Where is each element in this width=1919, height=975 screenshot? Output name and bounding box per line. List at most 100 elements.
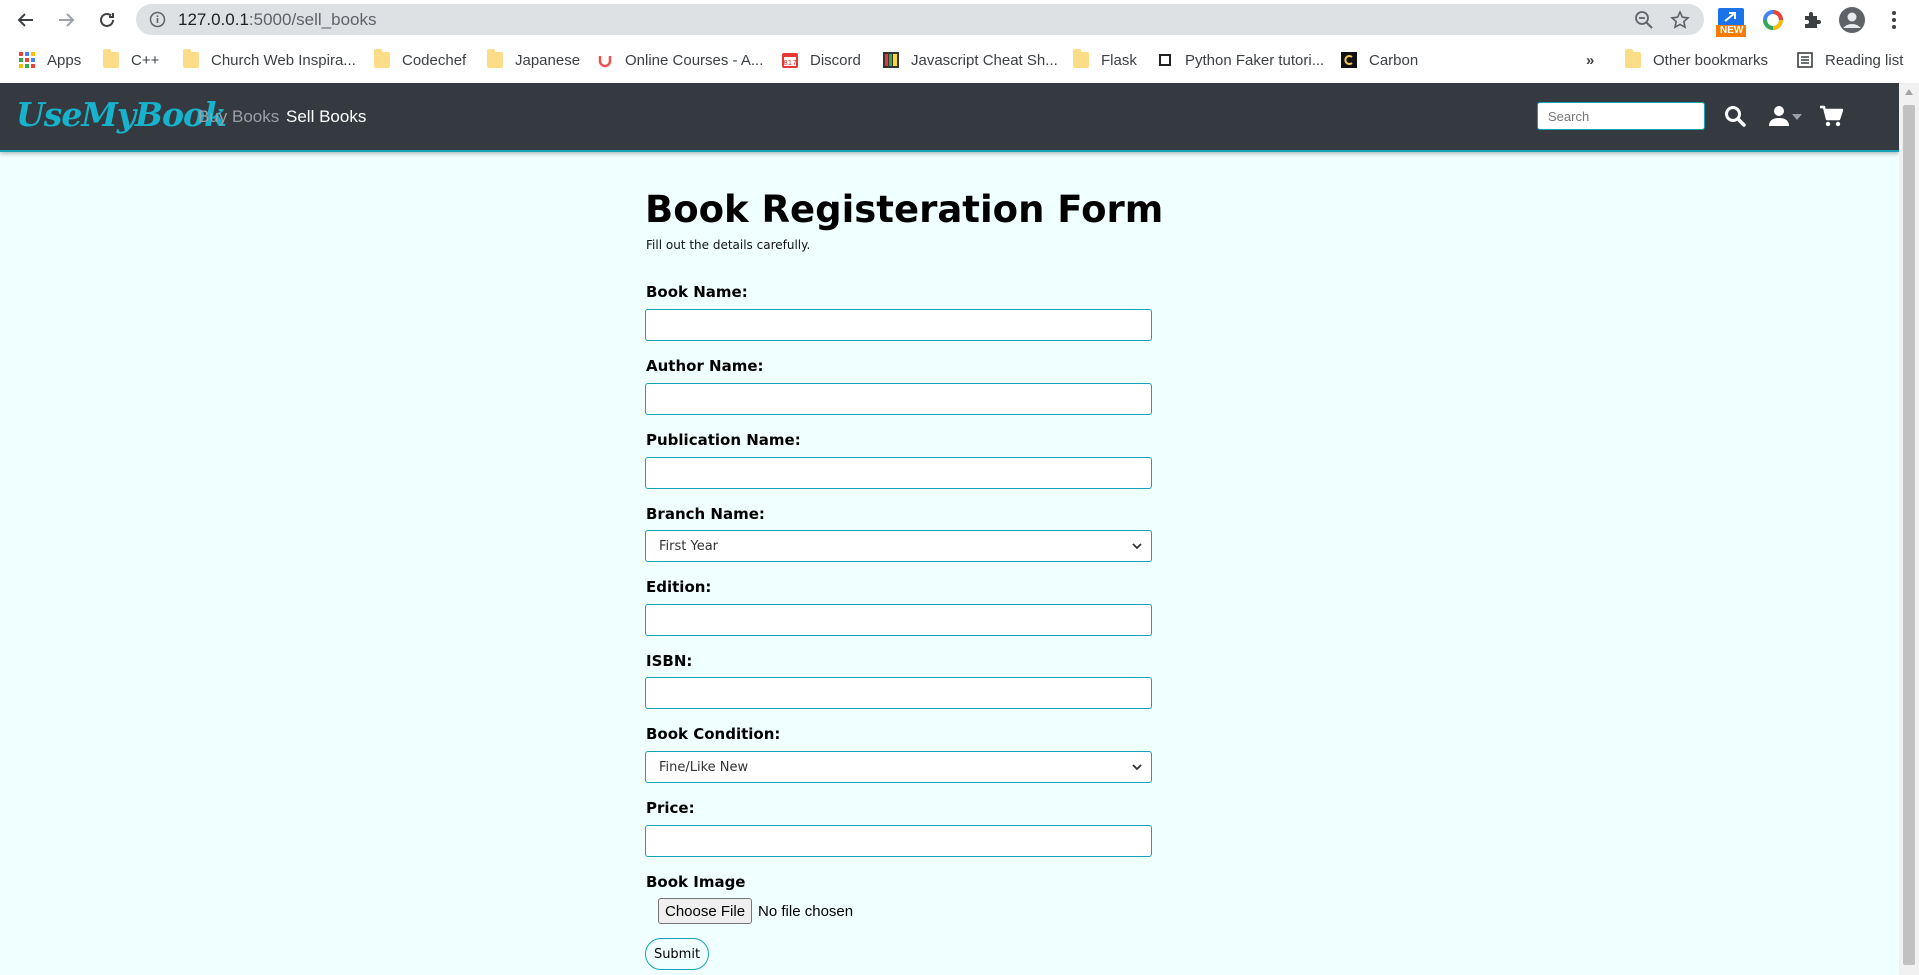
extension-colorwheel[interactable]	[1759, 6, 1787, 34]
submit-button[interactable]: Submit	[645, 938, 709, 970]
bookmark-python-faker[interactable]: Python Faker tutori...	[1157, 49, 1324, 71]
bookmark-label: Japanese	[515, 51, 581, 69]
chevron-down-icon	[1132, 543, 1142, 550]
extensions-button[interactable]	[1798, 6, 1826, 34]
bookmark-japanese[interactable]: Japanese	[487, 49, 580, 71]
publication-name-input[interactable]	[645, 457, 1152, 489]
nav-sell-books[interactable]: Sell Books	[286, 107, 366, 127]
page-scrollbar[interactable]	[1899, 83, 1919, 975]
nav-buy-books[interactable]: Buy Books	[198, 107, 279, 127]
browser-chrome: 127.0.0.1:5000/sell_books NEW Apps C++ C…	[0, 0, 1919, 84]
isbn-label: ISBN:	[646, 652, 693, 670]
book-condition-label: Book Condition:	[646, 725, 781, 743]
price-input[interactable]	[645, 825, 1152, 857]
folder-icon	[1073, 49, 1089, 68]
new-badge-label: NEW	[1720, 25, 1744, 36]
zoom-out-icon[interactable]	[1634, 10, 1654, 30]
caret-down-icon	[1792, 114, 1802, 120]
carbon-icon	[1341, 52, 1357, 68]
bookmark-label: Javascript Cheat Sh...	[911, 51, 1058, 69]
bookmark-label: Codechef	[402, 51, 467, 69]
back-button[interactable]	[14, 8, 38, 32]
edition-input[interactable]	[645, 604, 1152, 636]
branch-name-selected: First Year	[659, 539, 719, 554]
colorwheel-icon	[1763, 10, 1783, 30]
calendar-icon: 817	[782, 53, 798, 68]
book-name-label: Book Name:	[646, 283, 748, 301]
bookmark-label: Church Web Inspira...	[211, 51, 356, 69]
brand-logo[interactable]: UseMyBook	[16, 95, 227, 134]
forward-button[interactable]	[54, 8, 78, 32]
reading-list-label: Reading list	[1825, 51, 1904, 69]
scroll-up-icon[interactable]	[1905, 89, 1913, 95]
choose-file-button[interactable]: Choose File	[658, 898, 753, 924]
bookmark-codechef[interactable]: Codechef	[374, 49, 466, 71]
bookmark-javascript-cheat[interactable]: Javascript Cheat Sh...	[883, 49, 1058, 71]
folder-icon	[1625, 49, 1641, 68]
folder-icon	[487, 49, 503, 68]
overflow-chevron-icon: »	[1586, 51, 1595, 69]
reload-button[interactable]	[95, 8, 119, 32]
user-dropdown[interactable]	[1768, 105, 1802, 127]
arrow-left-icon	[17, 13, 33, 27]
author-name-label: Author Name:	[646, 357, 764, 375]
reload-icon	[100, 12, 114, 27]
profile-avatar-icon	[1839, 7, 1865, 33]
folder-icon	[374, 49, 390, 68]
info-icon[interactable]	[149, 11, 166, 28]
user-icon	[1769, 106, 1789, 126]
reading-list[interactable]: Reading list	[1797, 49, 1903, 71]
bookmark-discord[interactable]: 817 Discord	[782, 49, 861, 71]
apps-grid-icon	[19, 52, 35, 68]
other-bookmarks-label: Other bookmarks	[1653, 51, 1769, 69]
book-image-label: Book Image	[646, 873, 746, 891]
book-condition-select[interactable]: Fine/Like New	[645, 751, 1152, 783]
form-subtitle: Fill out the details carefully.	[646, 238, 811, 252]
price-label: Price:	[646, 799, 695, 817]
bookmark-label: Flask	[1101, 51, 1137, 69]
bookmark-cpp[interactable]: C++	[103, 49, 159, 71]
author-name-input[interactable]	[645, 383, 1152, 415]
bookmark-label: C++	[131, 51, 160, 69]
bookmark-online-courses[interactable]: Online Courses - A...	[597, 49, 763, 71]
address-bar[interactable]: 127.0.0.1:5000/sell_books	[136, 4, 1704, 35]
folder-icon	[103, 49, 119, 68]
edition-label: Edition:	[646, 578, 712, 596]
isbn-input[interactable]	[645, 677, 1152, 709]
bookmark-church-web[interactable]: Church Web Inspira...	[183, 49, 356, 71]
page-square-icon	[1159, 54, 1171, 66]
bookmark-apps[interactable]: Apps	[19, 49, 81, 71]
chevron-down-icon	[1132, 764, 1142, 771]
bookmarks-overflow[interactable]: »	[1586, 49, 1594, 71]
extension-new[interactable]: NEW	[1716, 8, 1746, 38]
udemy-icon	[598, 56, 612, 68]
arrow-right-icon	[59, 13, 75, 27]
bookmark-carbon[interactable]: Carbon	[1341, 49, 1418, 71]
profile-button[interactable]	[1838, 6, 1866, 34]
star-icon[interactable]	[1670, 10, 1690, 30]
publication-name-label: Publication Name:	[646, 431, 801, 449]
search-icon[interactable]	[1724, 105, 1746, 127]
bookmarks-bar: Apps C++ Church Web Inspira... Codechef …	[0, 45, 1919, 75]
folder-icon	[183, 49, 199, 68]
other-bookmarks[interactable]: Other bookmarks	[1625, 49, 1768, 71]
kebab-menu-icon	[1892, 11, 1896, 29]
bookmark-label: Discord	[810, 51, 861, 69]
file-status: No file chosen	[758, 902, 854, 920]
branch-name-select[interactable]: First Year	[645, 530, 1152, 562]
bookmark-label: Online Courses - A...	[625, 51, 764, 69]
cheatsheet-icon	[883, 52, 899, 68]
form-title: Book Registeration Form	[645, 188, 1164, 231]
cart-icon[interactable]	[1819, 105, 1843, 127]
book-condition-selected: Fine/Like New	[659, 760, 749, 775]
chrome-menu-button[interactable]	[1880, 6, 1908, 34]
svg-text:817: 817	[783, 59, 796, 67]
bookmark-flask[interactable]: Flask	[1073, 49, 1137, 71]
book-image-file-input: Choose File No file chosen	[658, 898, 853, 924]
search-input[interactable]	[1537, 102, 1705, 130]
scrollbar-thumb[interactable]	[1903, 105, 1915, 965]
url-text[interactable]: 127.0.0.1:5000/sell_books	[178, 10, 377, 30]
book-name-input[interactable]	[645, 309, 1152, 341]
app-navbar: UseMyBook Buy Books Sell Books	[0, 83, 1899, 152]
puzzle-icon	[1805, 12, 1821, 28]
